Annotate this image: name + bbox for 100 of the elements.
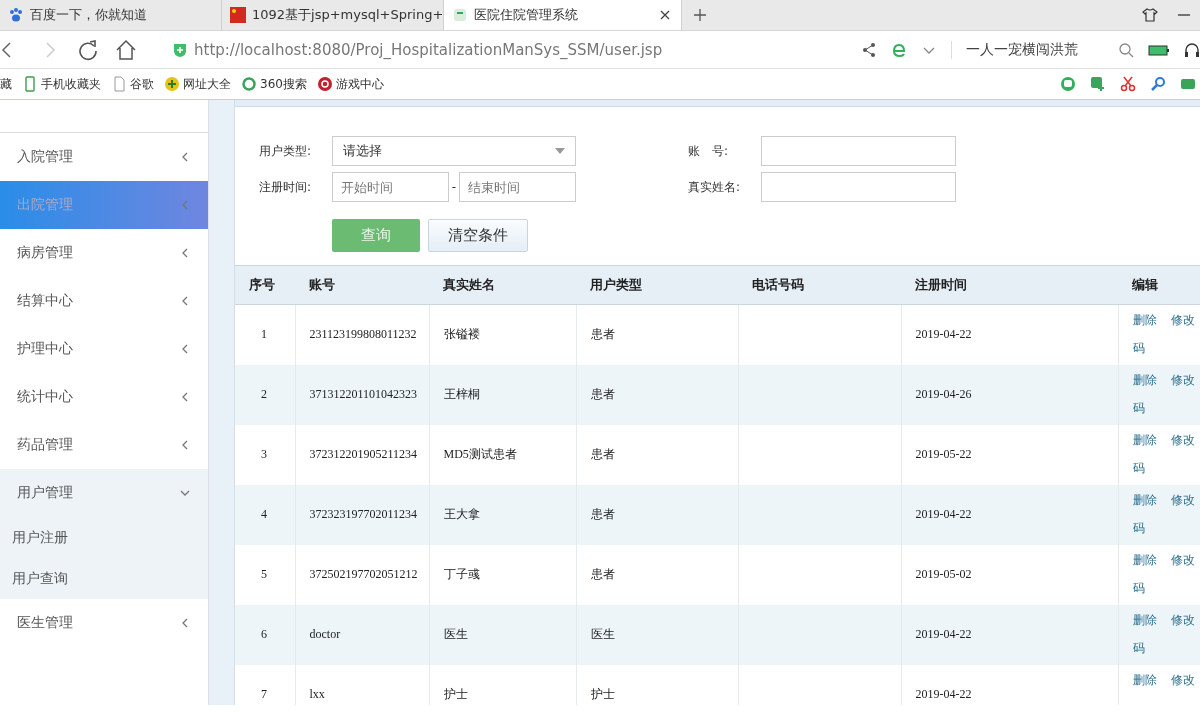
action-link[interactable]: 修改 [1170,672,1195,687]
table-cell: 371312201101042323 [309,387,418,401]
action-link[interactable]: 修改 [1170,612,1195,627]
action-link[interactable]: 码 [1132,580,1145,595]
bookmark[interactable]: 手机收藏夹 [22,75,101,93]
field-label: 账 号: [688,142,730,160]
magnifier-icon[interactable] [1150,76,1166,92]
bookmark[interactable]: 网址大全 [164,75,231,93]
browser-e-icon[interactable] [891,41,907,58]
new-tab-icon[interactable] [692,7,708,23]
action-link[interactable]: 修改 [1170,552,1195,567]
action-link[interactable]: 删除 [1132,372,1157,387]
bookmark[interactable]: 藏 [0,75,12,93]
sidebar-item[interactable]: 护理中心 [0,325,208,373]
field-label: 注册时间: [259,178,313,196]
action-link[interactable]: 删除 [1132,672,1157,687]
account-field[interactable] [761,136,956,166]
user-type-select[interactable]: 请选择 [332,136,576,166]
table-cell: 2019-05-02 [915,567,972,581]
table-cell: 2019-05-22 [915,447,972,461]
action-link[interactable]: 码 [1132,341,1145,355]
chevron-left-icon [180,618,190,628]
table-cell: 2019-04-22 [915,327,972,342]
action-link[interactable]: 码 [1132,460,1145,475]
sidebar-item[interactable]: 病房管理 [0,229,208,277]
column-header: 注册时间 [901,265,1118,305]
action-link[interactable]: 修改 [1170,432,1195,447]
bookmark[interactable]: 谷歌 [111,75,154,93]
action-link[interactable]: 删除 [1132,552,1157,567]
range-separator: - [450,180,458,194]
action-link[interactable]: 码 [1132,640,1145,655]
table-cell: 王梓桐 [443,387,480,401]
submenu-item[interactable]: 用户查询 [0,558,208,599]
browser-tab[interactable]: 医院住院管理系统 [444,0,682,30]
table-cell: 231123199808011232 [309,327,417,342]
table-cell: 1 [261,327,267,342]
clear-button[interactable]: 清空条件 [428,219,528,252]
sidebar-item[interactable]: 药品管理 [0,421,208,469]
column-header: 用户类型 [576,265,738,305]
chevron-left-icon [180,296,190,306]
table-cell: lxx [309,687,325,701]
column-header: 电话号码 [738,265,901,305]
table-cell: 372312201905211234 [309,447,418,461]
flag-icon [230,7,246,23]
action-link[interactable]: 删除 [1132,492,1157,507]
scissors-icon[interactable] [1120,76,1136,92]
action-link[interactable]: 修改 [1170,372,1195,387]
chevron-left-icon [180,152,190,162]
sidebar-item[interactable]: 入院管理 [0,133,208,181]
column-header: 编辑 [1118,265,1200,305]
shirt-icon[interactable] [1142,7,1158,23]
action-link[interactable]: 修改 [1170,313,1195,327]
end-time-field[interactable]: 结束时间 [459,172,576,202]
column-header: 真实姓名 [429,265,576,305]
bookmark[interactable]: 360搜索 [241,75,307,93]
paw-icon [8,7,24,23]
action-link[interactable]: 删除 [1132,432,1157,447]
url-text[interactable]: http://localhost:8080/Proj_HospitalizationManSys_SSM/user.jsp [194,40,663,59]
action-link[interactable]: 删除 [1132,612,1157,627]
dropdown-caret-icon[interactable] [555,148,565,154]
home-icon[interactable] [114,37,138,62]
sidebar-item[interactable]: 结算中心 [0,277,208,325]
table-cell: 患者 [590,387,615,401]
action-link[interactable]: 删除 [1132,313,1157,327]
sidebar-item[interactable]: 医生管理 [0,599,208,647]
search-icon[interactable] [1118,41,1134,58]
share-icon[interactable] [861,41,877,58]
sidebar-item[interactable]: 用户管理 [0,469,208,517]
browser-tab[interactable]: 1092基于jsp+mysql+Spring+ [222,0,444,30]
chevron-left-icon [180,200,190,210]
table-cell: 7 [261,687,267,701]
table-cell: 患者 [590,327,615,342]
chevron-left-icon [180,248,190,258]
table-cell: 5 [261,567,267,581]
field-label: 用户类型: [259,142,313,160]
action-link[interactable]: 码 [1132,400,1145,415]
field-label: 真实姓名: [688,178,742,196]
action-link[interactable]: 修改 [1170,492,1195,507]
table-cell: 丁子彧 [443,567,480,581]
table-cell: 2019-04-26 [915,387,972,401]
real-name-field[interactable] [761,172,956,202]
submenu-item[interactable]: 用户注册 [0,517,208,558]
table-cell: 医生 [590,627,615,641]
sidebar-item[interactable]: 统计中心 [0,373,208,421]
search-field[interactable]: 一人一宠横闯洪荒 [966,40,1078,59]
browser-tab[interactable]: 百度一下，你就知道 [0,0,222,30]
start-time-field[interactable]: 开始时间 [332,172,449,202]
table-cell: 张镒褛 [443,327,480,342]
table-cell: 护士 [443,687,468,701]
table-cell: 患者 [590,447,615,461]
action-link[interactable]: 码 [1132,520,1145,535]
table-cell: 4 [261,507,267,521]
chevron-left-icon [180,440,190,450]
column-header: 账号 [295,265,429,305]
reload-icon[interactable] [76,37,100,62]
table-cell: 2 [261,387,267,401]
headphones-icon[interactable] [1184,41,1200,58]
table-cell: 372323197702011234 [309,507,418,521]
chevron-left-icon [180,344,190,354]
bookmark[interactable]: 游戏中心 [316,75,384,93]
